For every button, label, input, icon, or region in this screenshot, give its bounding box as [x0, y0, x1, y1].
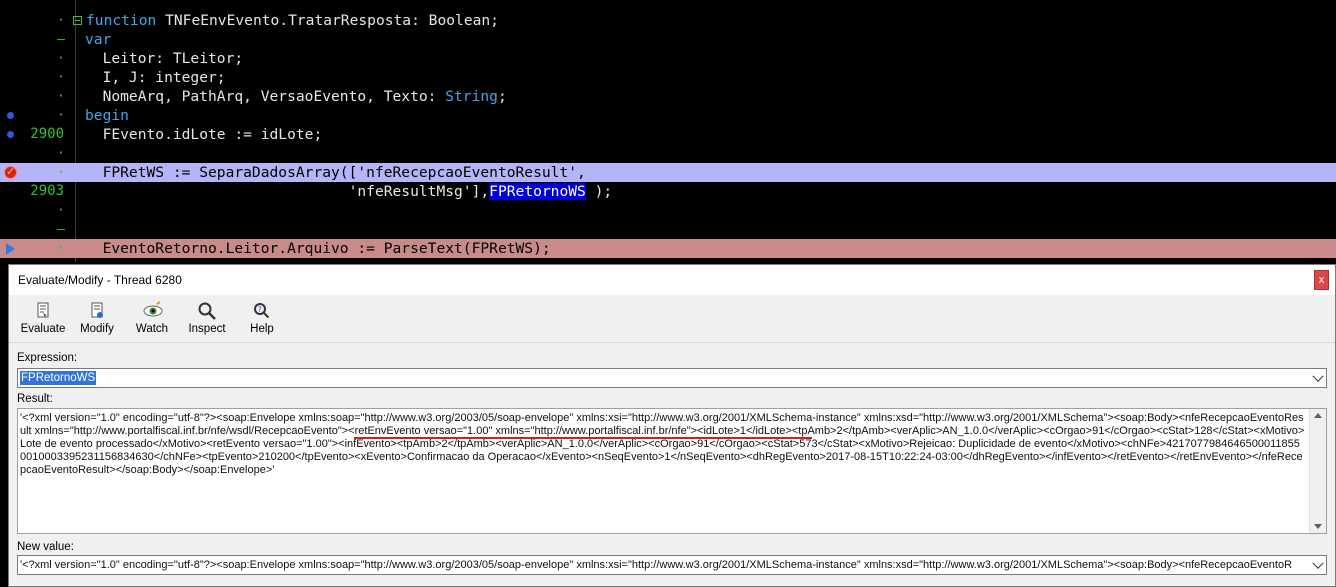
new-value-label: New value: — [17, 541, 74, 553]
help-icon: ? — [252, 301, 272, 321]
code-editor[interactable]: · function TNFeEnvEvento.TratarResposta: … — [0, 0, 1336, 262]
code-text[interactable]: FEvento.idLote := idLote; — [85, 125, 323, 144]
red-underline-annotation — [354, 437, 812, 439]
gutter-marker: · — [57, 165, 65, 180]
code-text[interactable]: NomeArq, PathArq, VersaoEvento, Texto: S… — [85, 87, 507, 106]
gutter-marker: · — [57, 89, 65, 104]
gutter-marker: · — [57, 108, 65, 123]
code-line[interactable]: · Leitor: TLeitor; — [0, 49, 1336, 68]
svg-text:?: ? — [258, 305, 262, 314]
inspect-label: Inspect — [188, 323, 226, 335]
dialog-title: Evaluate/Modify - Thread 6280 — [18, 273, 182, 287]
gutter-marker: · — [57, 70, 65, 85]
code-token: NomeArq, PathArq, VersaoEvento, Texto: — [85, 88, 446, 105]
scroll-down-icon[interactable] — [1314, 524, 1322, 529]
toolbar: Evaluate Modify Watch Inspect ? Help — [9, 295, 1335, 343]
result-scrollbar[interactable] — [1309, 409, 1326, 533]
fold-toggle-icon[interactable] — [73, 16, 82, 25]
expression-label: Expression: — [17, 352, 78, 364]
code-token: FEvento.idLote := idLote; — [85, 126, 323, 143]
code-token: I, J: integer; — [85, 69, 226, 86]
watch-icon — [142, 301, 163, 321]
code-token: Leitor: TLeitor; — [85, 50, 244, 67]
code-text[interactable]: var — [85, 30, 111, 49]
expression-combobox[interactable]: FPRetornoWS — [17, 368, 1327, 388]
code-line[interactable]: · FPRetWS := SeparaDadosArray(['nfeRecep… — [0, 163, 1336, 182]
code-token: ; — [497, 88, 507, 105]
code-line[interactable]: – — [0, 220, 1336, 239]
gutter-marker: – — [57, 222, 65, 237]
code-keyword: var — [85, 31, 112, 48]
code-token: TNFeEnvEvento.TratarResposta: Boolean; — [156, 12, 499, 29]
code-text[interactable]: FPRetWS := SeparaDadosArray(['nfeRecepca… — [85, 163, 586, 182]
evaluate-button[interactable]: Evaluate — [19, 301, 67, 341]
code-token: EventoRetorno.Leitor.Arquivo := ParseTex… — [85, 240, 551, 257]
result-label: Result: — [17, 393, 53, 405]
code-selection: FPRetornoWS — [489, 183, 586, 200]
code-line[interactable]: 2903 'nfeResultMsg'],FPRetornoWS ); — [0, 182, 1336, 201]
code-line[interactable]: – var — [0, 30, 1336, 49]
code-line[interactable]: · — [0, 201, 1336, 220]
inspect-button[interactable]: Inspect — [185, 301, 229, 341]
evaluate-label: Evaluate — [20, 323, 66, 335]
modify-button[interactable]: Modify — [75, 301, 119, 341]
gutter-marker: · — [57, 51, 65, 66]
code-keyword: String — [445, 88, 498, 105]
execution-point-icon[interactable] — [6, 243, 15, 255]
expression-input[interactable]: FPRetornoWS — [20, 371, 97, 385]
code-line[interactable]: · — [0, 144, 1336, 163]
new-value-combobox[interactable]: '<?xml version="1.0" encoding="utf-8"?><… — [17, 555, 1327, 575]
code-text[interactable]: Leitor: TLeitor; — [85, 49, 244, 68]
gutter-marker: · — [57, 203, 65, 218]
gutter-marker: · — [57, 13, 65, 28]
help-button[interactable]: ? Help — [245, 301, 279, 341]
gutter-marker: · — [57, 146, 65, 161]
chevron-down-icon[interactable] — [1312, 557, 1324, 569]
code-text[interactable]: begin — [85, 106, 129, 125]
code-line[interactable]: · begin — [0, 106, 1336, 125]
code-keyword: begin — [85, 107, 129, 124]
evaluate-modify-dialog: Evaluate/Modify - Thread 6280 x Evaluate… — [8, 264, 1336, 587]
watch-label: Watch — [135, 323, 169, 335]
gutter-marker: · — [57, 241, 65, 256]
result-value[interactable]: '<?xml version="1.0" encoding="utf-8"?><… — [20, 412, 1305, 477]
breakpoint-dot-icon[interactable] — [7, 112, 14, 119]
evaluate-icon — [33, 301, 53, 321]
code-text[interactable]: 'nfeResultMsg'],FPRetornoWS ); — [85, 182, 612, 201]
line-number: 2903 — [30, 183, 64, 199]
chevron-down-icon[interactable] — [1312, 370, 1324, 382]
code-text[interactable]: function TNFeEnvEvento.TratarResposta: B… — [86, 11, 499, 30]
code-token: FPRetWS := SeparaDadosArray(['nfeRecepca… — [85, 164, 586, 181]
inspect-icon — [197, 301, 217, 321]
code-line[interactable]: · EventoRetorno.Leitor.Arquivo := ParseT… — [0, 239, 1336, 258]
breakpoint-icon[interactable] — [4, 165, 17, 179]
code-text[interactable]: I, J: integer; — [85, 68, 226, 87]
modify-label: Modify — [80, 323, 114, 335]
modify-icon — [87, 301, 107, 321]
help-label: Help — [250, 323, 274, 335]
code-token: ); — [585, 183, 613, 200]
gutter-marker: – — [57, 32, 65, 47]
code-line[interactable]: · function TNFeEnvEvento.TratarResposta: … — [0, 11, 1336, 30]
line-number: 2900 — [30, 126, 64, 142]
code-text[interactable]: EventoRetorno.Leitor.Arquivo := ParseTex… — [85, 239, 551, 258]
watch-button[interactable]: Watch — [131, 301, 173, 341]
result-textarea[interactable]: '<?xml version="1.0" encoding="utf-8"?><… — [17, 408, 1327, 534]
code-line[interactable]: 2900 FEvento.idLote := idLote; — [0, 125, 1336, 144]
scroll-up-icon[interactable] — [1314, 413, 1322, 418]
close-button[interactable]: x — [1314, 270, 1329, 290]
code-keyword: function — [86, 12, 157, 29]
dialog-titlebar[interactable]: Evaluate/Modify - Thread 6280 x — [9, 265, 1335, 295]
code-line[interactable]: · NomeArq, PathArq, VersaoEvento, Texto:… — [0, 87, 1336, 106]
new-value-input[interactable]: '<?xml version="1.0" encoding="utf-8"?><… — [20, 559, 1310, 572]
code-line[interactable]: · I, J: integer; — [0, 68, 1336, 87]
code-token: 'nfeResultMsg'], — [85, 183, 490, 200]
